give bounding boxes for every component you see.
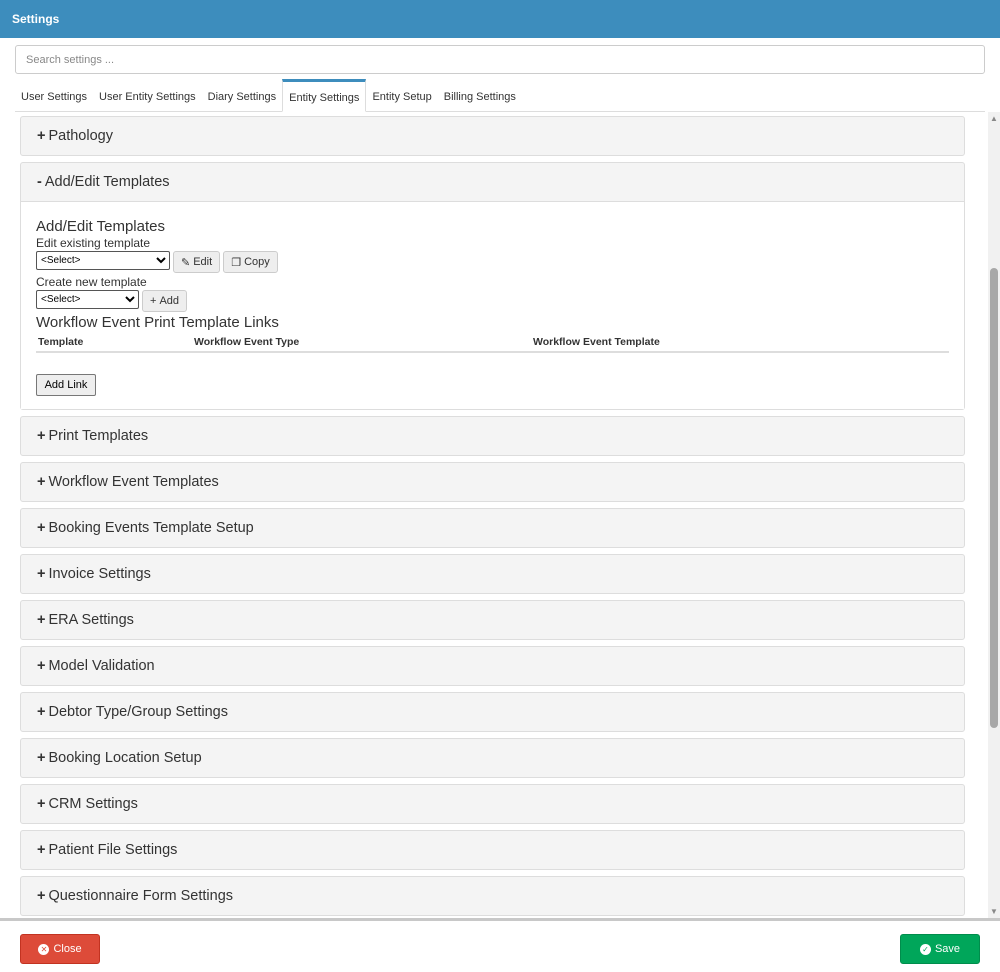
panel-header[interactable]: + Workflow Event Templates [21,463,964,501]
add-link-button[interactable]: Add Link [36,374,96,396]
scroll-up-icon[interactable]: ▲ [990,114,998,123]
panel-title: Model Validation [48,658,155,674]
panel-header[interactable]: + Questionnaire Form Settings [21,877,964,915]
panel-pathology: + Pathology [20,116,965,156]
panel-crm-settings: + CRM Settings [20,784,965,824]
panel-header[interactable]: + ERA Settings [21,601,964,639]
panel-title: Add/Edit Templates [44,174,170,190]
panel-title: Pathology [48,128,113,144]
expand-icon: + [37,842,46,858]
scroll-down-icon[interactable]: ▼ [990,907,998,916]
panel-title: Booking Location Setup [48,750,202,766]
tab-user-settings[interactable]: User Settings [15,79,93,111]
tab-billing-settings[interactable]: Billing Settings [438,79,522,111]
expand-icon: + [37,704,46,720]
panel-header[interactable]: + Booking Location Setup [21,739,964,777]
page-title: Settings [12,12,60,26]
links-table: Template Workflow Event Type Workflow Ev… [36,334,949,353]
edit-existing-label: Edit existing template [36,236,151,250]
save-button[interactable]: ✓ Save [900,934,980,964]
settings-scroll-area: + Pathology - Add/Edit Templates Add/Edit … [0,112,1000,918]
plus-icon: + [150,295,157,307]
panel-patient-file-settings: + Patient File Settings [20,830,965,870]
copy-button[interactable]: ❐ Copy [223,251,278,273]
panel-booking-location-setup: + Booking Location Setup [20,738,965,778]
panel-print-templates: + Print Templates [20,416,965,456]
panel-title: Debtor Type/Group Settings [48,704,228,720]
add-button[interactable]: + Add [142,290,188,312]
copy-icon: ❐ [231,256,242,269]
header-bar: Settings [0,0,1000,38]
panel-debtor-type-group-settings: + Debtor Type/Group Settings [20,692,965,732]
panel-header[interactable]: + Invoice Settings [21,555,964,593]
close-button[interactable]: ✕ Close [20,934,100,964]
panel-title: Workflow Event Templates [48,474,219,490]
panel-header[interactable]: + Booking Events Template Setup [21,509,964,547]
panel-header[interactable]: + Print Templates [21,417,964,455]
edit-button[interactable]: ✎ Edit [173,251,221,273]
create-template-select[interactable]: <Select> [36,290,139,309]
expand-icon: + [37,520,46,536]
panel-title: Questionnaire Form Settings [48,888,234,904]
edit-template-select[interactable]: <Select> [36,251,170,270]
expand-icon: + [37,428,46,444]
tab-user-entity-settings[interactable]: User Entity Settings [93,79,202,111]
panel-invoice-settings: + Invoice Settings [20,554,965,594]
panel-title: ERA Settings [48,612,134,628]
expand-icon: + [37,612,46,628]
panel-header[interactable]: - Add/Edit Templates [21,163,964,201]
panel-header[interactable]: + Debtor Type/Group Settings [21,693,964,731]
panel-title: Booking Events Template Setup [48,520,254,536]
panel-header[interactable]: + Patient File Settings [21,831,964,869]
panel-booking-events-template-setup: + Booking Events Template Setup [20,508,965,548]
expand-icon: + [37,750,46,766]
edit-icon: ✎ [181,256,191,269]
panel-header[interactable]: + Model Validation [21,647,964,685]
check-icon: ✓ [919,943,931,955]
panel-add-edit-templates: - Add/Edit Templates Add/Edit Templates E… [20,162,965,410]
panel-title: Print Templates [48,428,149,444]
panel-era-settings: + ERA Settings [20,600,965,640]
collapse-icon: - [37,174,42,190]
search-input[interactable] [15,45,985,74]
panel-model-validation: + Model Validation [20,646,965,686]
footer: ✕ Close ✓ Save [0,918,1000,972]
expand-icon: + [37,474,46,490]
expand-icon: + [37,566,46,582]
column-header: Workflow Event Type [192,334,531,353]
panel-title: Invoice Settings [48,566,151,582]
panel-header[interactable]: + CRM Settings [21,785,964,823]
expand-icon: + [37,888,46,904]
panel-header[interactable]: + Pathology [21,117,964,155]
scrollbar[interactable]: ▲ ▼ [988,112,1000,918]
expand-icon: + [37,796,46,812]
close-icon: ✕ [38,943,50,955]
scrollbar-thumb[interactable] [990,268,998,728]
column-header: Workflow Event Template [531,334,949,353]
tab-entity-setup[interactable]: Entity Setup [366,79,437,111]
section-heading: Add/Edit Templates [36,218,165,235]
tab-diary-settings[interactable]: Diary Settings [202,79,282,111]
expand-icon: + [37,128,46,144]
tab-bar: User Settings User Entity Settings Diary… [15,79,985,112]
create-new-label: Create new template [36,275,147,289]
panel-title: CRM Settings [48,796,138,812]
panel-workflow-event-templates: + Workflow Event Templates [20,462,965,502]
tab-entity-settings[interactable]: Entity Settings [282,79,367,112]
column-header: Template [36,334,192,353]
panel-title: Patient File Settings [48,842,178,858]
expand-icon: + [37,658,46,674]
links-heading: Workflow Event Print Template Links [36,314,279,331]
panel-questionnaire-form-settings: + Questionnaire Form Settings [20,876,965,916]
